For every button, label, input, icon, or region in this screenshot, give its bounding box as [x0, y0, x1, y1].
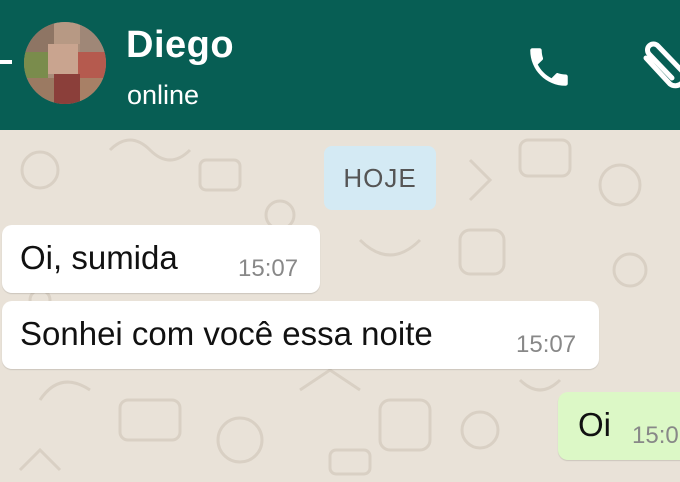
- call-icon[interactable]: [524, 42, 574, 92]
- message-text: Oi: [578, 406, 611, 443]
- message-bubble-outgoing[interactable]: Oi 15:0: [558, 392, 680, 460]
- date-chip: HOJE: [324, 146, 436, 210]
- attach-clip-icon[interactable]: [634, 38, 680, 96]
- contact-status: online: [127, 80, 200, 110]
- message-bubble-incoming[interactable]: Oi, sumida 15:07: [2, 225, 320, 293]
- back-arrow-icon[interactable]: [0, 47, 14, 77]
- message-time: 15:07: [516, 331, 577, 358]
- message-time: 15:07: [238, 255, 299, 282]
- chat-header: Diego online: [0, 0, 680, 130]
- message-bubble-incoming[interactable]: Sonhei com você essa noite 15:07: [2, 301, 599, 369]
- message-text: Oi, sumida: [20, 239, 178, 276]
- avatar[interactable]: [24, 22, 106, 104]
- message-text: Sonhei com você essa noite: [20, 315, 433, 352]
- contact-name[interactable]: Diego: [126, 24, 234, 67]
- message-time: 15:0: [632, 422, 679, 449]
